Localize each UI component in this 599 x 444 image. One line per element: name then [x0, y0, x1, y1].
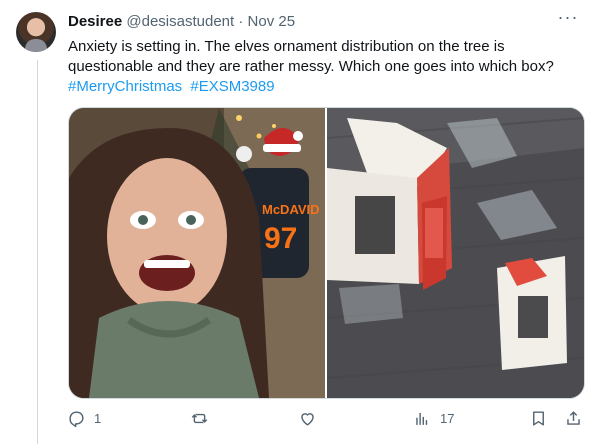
jersey-number: 97	[264, 222, 297, 255]
tweet-date[interactable]: Nov 25	[248, 13, 296, 30]
retweet-icon	[191, 413, 208, 423]
bookmark-button[interactable]	[529, 409, 548, 428]
reply-icon	[69, 410, 84, 427]
share-button[interactable]	[564, 409, 583, 428]
selfie-illustration: McDAVID 97	[69, 108, 325, 398]
more-icon[interactable]: ···	[557, 8, 579, 30]
views-icon	[416, 412, 428, 425]
hashtag-merrychristmas[interactable]: #MerryChristmas	[68, 78, 182, 95]
views-button[interactable]: 17	[413, 409, 454, 428]
thread-line	[37, 60, 38, 444]
bookmark-icon	[533, 410, 544, 426]
tweet-text: Anxiety is setting in. The elves ornamen…	[68, 37, 583, 97]
author-name[interactable]: Desiree	[68, 13, 122, 30]
boxes-illustration	[327, 108, 584, 398]
hashtag-exsm3989[interactable]: #EXSM3989	[190, 78, 274, 95]
reply-count: 1	[94, 410, 102, 426]
separator-dot: ·	[238, 13, 244, 30]
retweet-button[interactable]	[190, 409, 217, 428]
hashtags: #MerryChristmas #EXSM3989	[68, 78, 279, 95]
boxes-photo[interactable]	[327, 108, 584, 398]
tweet-body: Anxiety is setting in. The elves ornamen…	[68, 38, 554, 75]
author-handle[interactable]: @desisastudent	[126, 13, 234, 30]
views-count: 17	[440, 410, 455, 426]
tweet-header: Desiree @desisastudent · Nov 25	[68, 12, 579, 32]
like-icon	[301, 412, 314, 426]
action-bar: 1 17	[60, 402, 590, 434]
tweet-media[interactable]: McDAVID 97	[68, 107, 585, 399]
share-icon	[567, 410, 580, 425]
selfie-photo[interactable]: McDAVID 97	[69, 108, 325, 398]
jersey-name: McDAVID	[262, 202, 320, 217]
like-button[interactable]	[298, 409, 325, 428]
avatar[interactable]	[16, 12, 56, 52]
reply-button[interactable]: 1	[67, 409, 101, 428]
